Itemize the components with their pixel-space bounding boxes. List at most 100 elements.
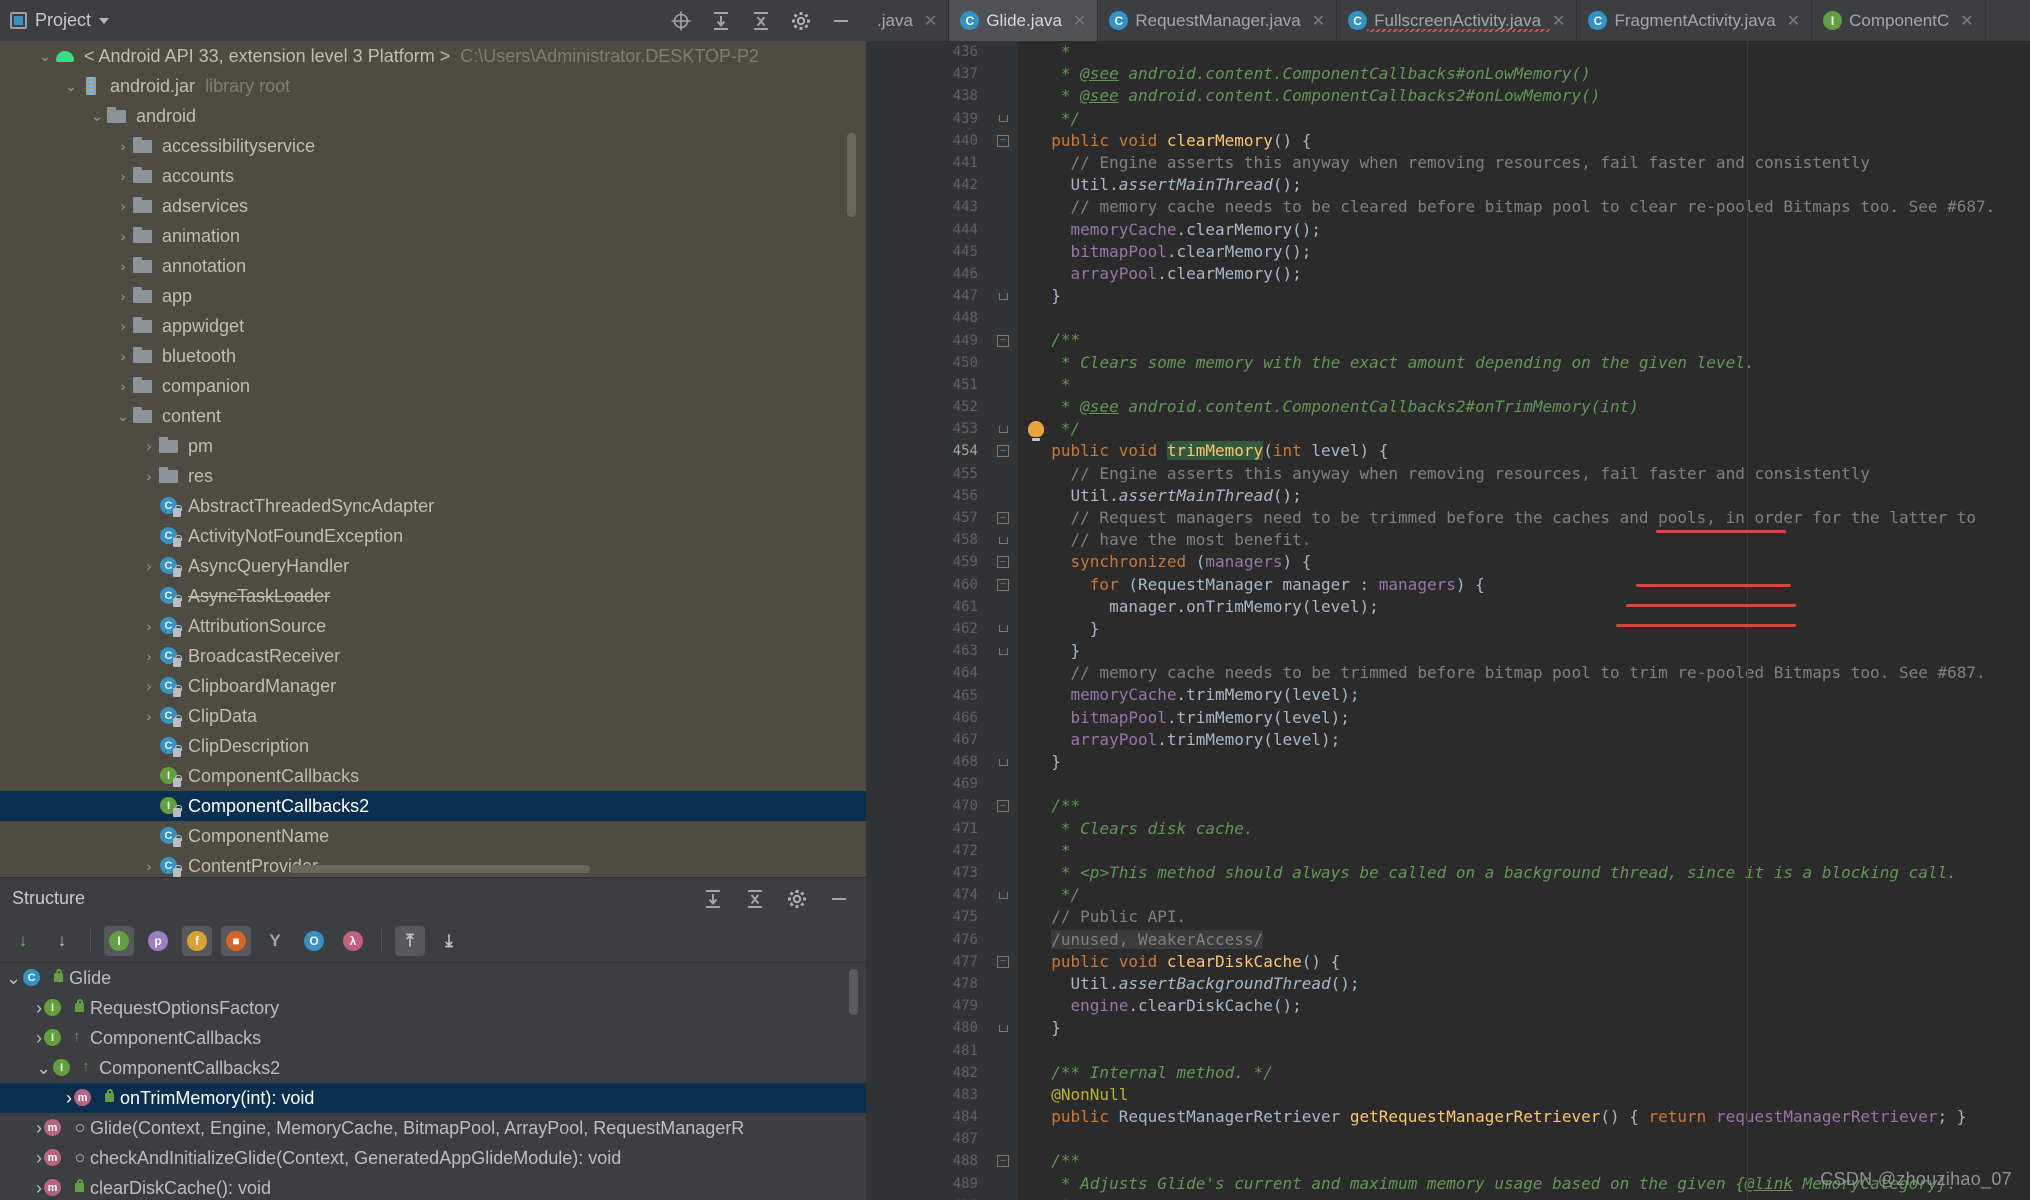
code-line[interactable]: */	[1032, 884, 2030, 906]
code-line[interactable]: // memory cache needs to be cleared befo…	[1032, 196, 2030, 218]
chevron-right-icon[interactable]: ›	[140, 648, 158, 664]
fold-marker-icon[interactable]: −	[988, 795, 1018, 817]
project-tree-row[interactable]: ›AbstractThreadedSyncAdapter	[0, 491, 866, 521]
chevron-right-icon[interactable]: ›	[114, 228, 132, 244]
chevron-down-icon[interactable]: ⌄	[88, 108, 106, 125]
chevron-right-icon[interactable]: ›	[140, 678, 158, 694]
code-editor[interactable]: 436 437 438 439 440 441 442 443 444 445 446 447 448 4…	[866, 41, 2030, 1200]
structure-tree-row[interactable]: ›Glide(Context, Engine, MemoryCache, Bit…	[0, 1113, 866, 1143]
chevron-right-icon[interactable]: ›	[140, 858, 158, 874]
project-tree-row[interactable]: ⌄ < Android API 33, extension level 3 Pla…	[0, 41, 866, 71]
chevron-right-icon[interactable]: ›	[114, 168, 132, 184]
chevron-right-icon[interactable]: ›	[114, 378, 132, 394]
structure-tree-row[interactable]: ›RequestOptionsFactory	[0, 993, 866, 1023]
project-tree-vertical-scrollbar[interactable]	[847, 133, 856, 217]
code-line[interactable]: }	[1032, 1017, 2030, 1039]
chevron-right-icon[interactable]: ›	[114, 348, 132, 364]
code-line[interactable]: *	[1032, 41, 2030, 63]
code-line[interactable]: /** Internal method. */	[1032, 1062, 2030, 1084]
structure-tree-row[interactable]: ›checkAndInitializeGlide(Context, Genera…	[0, 1143, 866, 1173]
fold-marker-icon[interactable]	[988, 884, 1018, 906]
chevron-down-icon[interactable]: ⌄	[6, 968, 21, 989]
code-line[interactable]: Util.assertBackgroundThread();	[1032, 973, 2030, 995]
chevron-down-icon[interactable]: ⌄	[114, 408, 132, 425]
editor-code-area[interactable]: * * @see android.content.ComponentCallba…	[1018, 41, 2030, 1200]
hide-panel-icon[interactable]	[830, 10, 852, 32]
code-line[interactable]: // have the most benefit.	[1032, 529, 2030, 551]
locate-icon[interactable]	[670, 10, 692, 32]
structure-tree-row[interactable]: ⌄ ↑ ComponentCallbacks2	[0, 1053, 866, 1083]
code-line[interactable]: }	[1032, 618, 2030, 640]
project-tree-row[interactable]: › animation	[0, 221, 866, 251]
code-line[interactable]: *	[1032, 374, 2030, 396]
project-tree-row[interactable]: ›ActivityNotFoundException	[0, 521, 866, 551]
sort-alphabetically-button[interactable]: ↓	[47, 926, 77, 956]
code-line[interactable]: engine.clearDiskCache();	[1032, 995, 2030, 1017]
project-tree-row[interactable]: › annotation	[0, 251, 866, 281]
code-line[interactable]: bitmapPool.trimMemory(level);	[1032, 707, 2030, 729]
project-tree-row[interactable]: › ClipData	[0, 701, 866, 731]
code-line[interactable]: memoryCache.trimMemory(level);	[1032, 684, 2030, 706]
editor-tab-5[interactable]: I ComponentC ✕	[1812, 0, 1986, 41]
code-line[interactable]: Util.assertMainThread();	[1032, 485, 2030, 507]
show-non-public-button[interactable]: ■	[221, 925, 251, 956]
code-line[interactable]: *	[1032, 1195, 2030, 1200]
collapse-all-icon[interactable]	[750, 10, 772, 32]
code-line[interactable]: public void clearDiskCache() {	[1032, 951, 2030, 973]
code-line[interactable]: // Request managers need to be trimmed b…	[1032, 507, 2030, 529]
code-line[interactable]: }	[1032, 285, 2030, 307]
chevron-right-icon[interactable]: ›	[114, 198, 132, 214]
structure-tree-row[interactable]: ⌄ Glide	[0, 963, 866, 993]
show-anonymous-button[interactable]: Y	[260, 926, 290, 956]
chevron-right-icon[interactable]: ›	[114, 138, 132, 154]
code-line[interactable]: *	[1032, 840, 2030, 862]
settings-gear-icon[interactable]	[786, 888, 808, 910]
editor-tab-0[interactable]: .java ✕	[866, 0, 950, 41]
code-line[interactable]: * @see android.content.ComponentCallback…	[1032, 396, 2030, 418]
chevron-right-icon[interactable]: ›	[114, 258, 132, 274]
close-icon[interactable]: ✕	[1787, 11, 1800, 31]
code-line[interactable]: /unused, WeakerAccess/	[1032, 929, 2030, 951]
code-line[interactable]: // Engine asserts this anyway when remov…	[1032, 463, 2030, 485]
project-tree-row[interactable]: › accessibilityservice	[0, 131, 866, 161]
project-tree-pane[interactable]: ⌄ < Android API 33, extension level 3 Pla…	[0, 41, 866, 877]
chevron-right-icon[interactable]: ›	[140, 468, 158, 484]
close-icon[interactable]: ✕	[1552, 11, 1565, 31]
project-tree-row[interactable]: › res	[0, 461, 866, 491]
show-functional-button[interactable]: O	[299, 926, 329, 956]
fold-marker-icon[interactable]	[988, 1017, 1018, 1039]
code-line[interactable]: }	[1032, 751, 2030, 773]
code-line[interactable]: arrayPool.clearMemory();	[1032, 263, 2030, 285]
code-line[interactable]	[1032, 1128, 2030, 1150]
fold-marker-icon[interactable]	[988, 418, 1018, 440]
hide-panel-icon[interactable]	[828, 888, 850, 910]
show-inherited-button[interactable]: I	[104, 925, 134, 956]
fold-marker-icon[interactable]	[988, 108, 1018, 130]
project-tree-row[interactable]: ›ComponentCallbacks	[0, 761, 866, 791]
project-tree-row[interactable]: ›ClipDescription	[0, 731, 866, 761]
code-line[interactable]: bitmapPool.clearMemory();	[1032, 241, 2030, 263]
editor-fold-gutter[interactable]: − − − − − − − − −	[988, 41, 1018, 1200]
chevron-down-icon[interactable]: ⌄	[36, 1058, 51, 1079]
structure-vertical-scrollbar[interactable]	[849, 969, 858, 1015]
close-icon[interactable]: ✕	[1312, 11, 1325, 31]
expand-all-icon[interactable]	[702, 888, 724, 910]
settings-gear-icon[interactable]	[790, 10, 812, 32]
project-tree-row[interactable]: › BroadcastReceiver	[0, 641, 866, 671]
code-line[interactable]: Util.assertMainThread();	[1032, 174, 2030, 196]
code-line[interactable]: public void trimMemory(int level) {	[1032, 440, 2030, 462]
fold-marker-icon[interactable]: −	[988, 574, 1018, 596]
code-line[interactable]: synchronized (managers) {	[1032, 551, 2030, 573]
code-line[interactable]	[1032, 773, 2030, 795]
structure-tree-row[interactable]: ›clearDiskCache(): void	[0, 1173, 866, 1200]
editor-tab-3[interactable]: C FullscreenActivity.java ✕	[1337, 0, 1578, 41]
chevron-down-icon[interactable]: ⌄	[36, 48, 54, 65]
collapse-all-button[interactable]: ⤓	[434, 926, 464, 956]
code-line[interactable]: * Clears disk cache.	[1032, 818, 2030, 840]
code-line[interactable]: */	[1028, 418, 2030, 442]
project-tree-row[interactable]: ›ComponentName	[0, 821, 866, 851]
project-tree-horizontal-scrollbar[interactable]	[290, 865, 590, 873]
intention-bulb-icon[interactable]	[1028, 421, 1044, 442]
project-tree[interactable]: ⌄ < Android API 33, extension level 3 Pla…	[0, 41, 866, 877]
structure-tree-row[interactable]: ›onTrimMemory(int): void	[0, 1083, 866, 1113]
